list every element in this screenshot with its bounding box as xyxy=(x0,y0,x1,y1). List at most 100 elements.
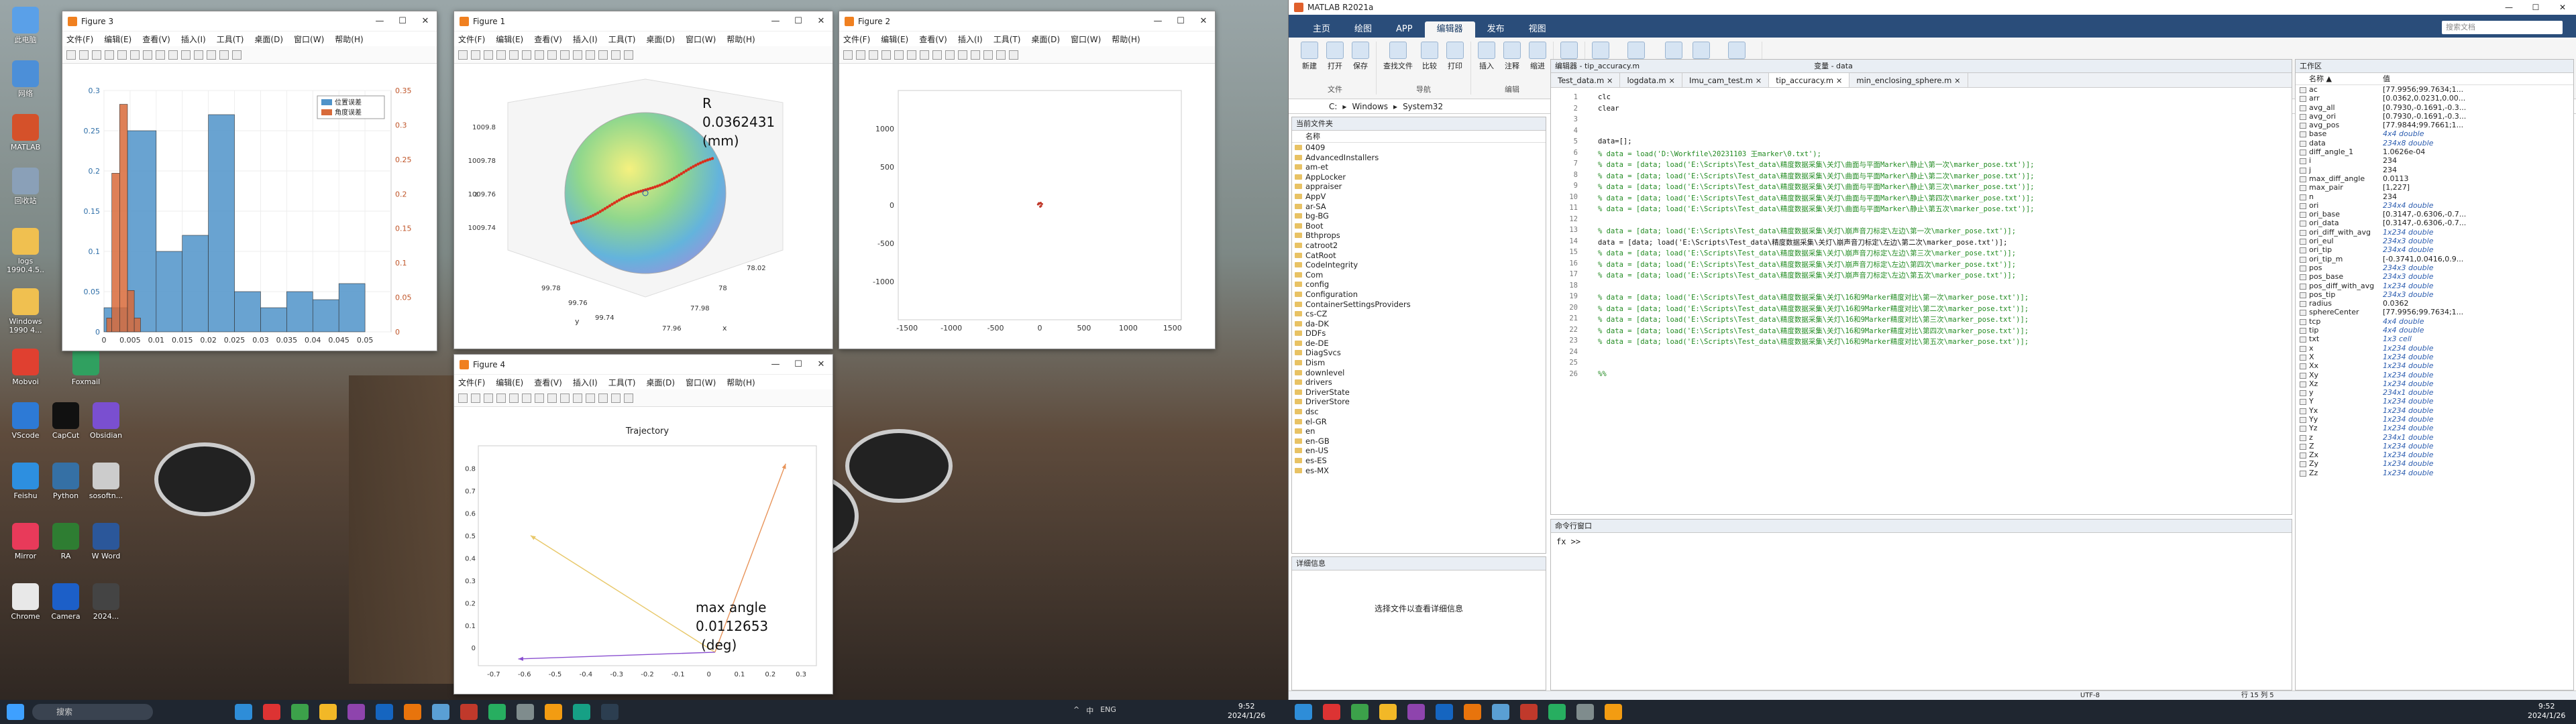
code-line[interactable]: % data = [data; load('E:\Scripts\Test_da… xyxy=(1598,182,2034,192)
desktop-icon[interactable]: Mobvoi xyxy=(0,349,51,398)
folder-item[interactable]: bg-BG xyxy=(1292,211,1546,221)
code-line[interactable]: % data = [data; load('E:\Scripts\Test_da… xyxy=(1598,270,2016,280)
toolbar-button-icon[interactable] xyxy=(996,50,1006,60)
menu-item[interactable]: 文件(F) xyxy=(843,34,870,45)
menu-item[interactable]: 查看(V) xyxy=(142,34,170,45)
tray-item[interactable]: ^ xyxy=(1073,705,1079,716)
close-icon[interactable]: ✕ xyxy=(414,16,437,26)
clock-right[interactable]: 9:52 2024/1/26 xyxy=(2528,702,2565,721)
maximize-icon[interactable]: ☐ xyxy=(787,16,810,26)
toolbar-button-icon[interactable] xyxy=(881,50,891,60)
desktop-icon[interactable]: Windows 1990 4... xyxy=(0,288,51,338)
toolbar-button-icon[interactable] xyxy=(207,50,216,60)
workspace-variable[interactable]: avg_ori [0.7930,-0.1691,-0.3... xyxy=(2296,112,2573,121)
ribbon-tab[interactable]: 视图 xyxy=(1517,21,1558,38)
ws-header-name[interactable]: 名称 ▲ xyxy=(2309,73,2332,85)
menu-item[interactable]: 文件(F) xyxy=(458,34,485,45)
folder-item[interactable]: es-MX xyxy=(1292,466,1546,476)
folder-item[interactable]: CatRoot xyxy=(1292,251,1546,261)
toolbar-button-icon[interactable] xyxy=(573,393,582,403)
toolbar-button-icon[interactable] xyxy=(496,393,506,403)
toolbar-button-icon[interactable] xyxy=(509,393,519,403)
taskbar-app-icon[interactable] xyxy=(1464,704,1481,720)
clock[interactable]: 9:52 2024/1/26 xyxy=(1228,702,1265,721)
folder-item[interactable]: Configuration xyxy=(1292,290,1546,300)
workspace-variable[interactable]: ori 234x4 double xyxy=(2296,201,2573,210)
toolbar-button-icon[interactable] xyxy=(547,393,557,403)
workspace-variable[interactable]: Yx 1x234 double xyxy=(2296,406,2573,415)
workspace-variable[interactable]: avg_pos [77.9844;99.7661;1... xyxy=(2296,121,2573,129)
menu-item[interactable]: 窗口(W) xyxy=(1071,34,1101,45)
toolbar-button-icon[interactable] xyxy=(117,50,127,60)
ribbon-button[interactable]: 查找文件 xyxy=(1383,42,1413,71)
workspace-variable[interactable]: Xz 1x234 double xyxy=(2296,379,2573,388)
folder-item[interactable]: 0409 xyxy=(1292,143,1546,153)
minimize-icon[interactable]: — xyxy=(1146,16,1169,26)
figure1-window[interactable]: Figure 1 — ☐ ✕ 文件(F) 编辑(E) 查看(V) 插入(I) 工具(T) 桌面… xyxy=(453,11,833,349)
folder-item[interactable]: AdvancedInstallers xyxy=(1292,153,1546,163)
folder-item[interactable]: dsc xyxy=(1292,407,1546,417)
code-line[interactable]: % data = [data; load('E:\Scripts\Test_da… xyxy=(1598,160,2034,170)
workspace-variable[interactable]: arr [0.0362,0.0231,0.00... xyxy=(2296,94,2573,103)
workspace-variable[interactable]: radius 0.0362 xyxy=(2296,299,2573,308)
menu-item[interactable]: 帮助(H) xyxy=(727,34,755,45)
folder-item[interactable]: downlevel xyxy=(1292,368,1546,378)
code-line[interactable]: data = [data; load('E:\Scripts\Test_data… xyxy=(1598,237,2007,247)
folder-item[interactable]: Dism xyxy=(1292,358,1546,368)
toolbar-button-icon[interactable] xyxy=(496,50,506,60)
workspace-variable[interactable]: pos 234x3 double xyxy=(2296,263,2573,272)
folder-item[interactable]: AppV xyxy=(1292,192,1546,202)
toolbar-button-icon[interactable] xyxy=(624,393,633,403)
workspace-variable[interactable]: pos_diff_with_avg 1x234 double xyxy=(2296,282,2573,290)
menu-item[interactable]: 窗口(W) xyxy=(686,34,716,45)
workspace-variable[interactable]: Y 1x234 double xyxy=(2296,397,2573,406)
code-line[interactable]: % data = [data; load('E:\Scripts\Test_da… xyxy=(1598,292,2029,302)
workspace-variable[interactable]: ori_tip 234x4 double xyxy=(2296,245,2573,254)
workspace-variable[interactable]: y 234x1 double xyxy=(2296,388,2573,397)
workspace-variable[interactable]: i 234 xyxy=(2296,156,2573,165)
code-line[interactable]: % data = [data; load('E:\Scripts\Test_da… xyxy=(1598,226,2016,236)
code-line[interactable]: clear xyxy=(1598,105,1619,113)
code-line[interactable]: % data = [data; load('E:\Scripts\Test_da… xyxy=(1598,326,2029,336)
search-input[interactable]: 搜索文档 xyxy=(2442,21,2563,34)
editor-tab[interactable]: Test_data.m × xyxy=(1551,73,1621,87)
code-line[interactable]: % data = [data; load('E:\Scripts\Test_da… xyxy=(1598,337,2029,347)
workspace-variable[interactable]: Zy 1x234 double xyxy=(2296,459,2573,468)
workspace-variable[interactable]: Xy 1x234 double xyxy=(2296,371,2573,379)
toolbar-button-icon[interactable] xyxy=(509,50,519,60)
toolbar-button-icon[interactable] xyxy=(219,50,229,60)
menu-item[interactable]: 插入(I) xyxy=(181,34,206,45)
ribbon-tab[interactable]: 发布 xyxy=(1475,21,1517,38)
folder-item[interactable]: en xyxy=(1292,426,1546,436)
folder-item[interactable]: AppLocker xyxy=(1292,172,1546,182)
menu-item[interactable]: 文件(F) xyxy=(66,34,93,45)
ribbon-button[interactable]: 比较 xyxy=(1421,42,1438,71)
editor-tab[interactable]: logdata.m × xyxy=(1620,73,1683,87)
toolbar-button-icon[interactable] xyxy=(92,50,101,60)
workspace-variable[interactable]: sphereCenter [77.9956;99.7634;1... xyxy=(2296,308,2573,316)
taskbar-app-icon[interactable] xyxy=(488,704,506,720)
menu-item[interactable]: 文件(F) xyxy=(458,377,485,388)
toolbar-button-icon[interactable] xyxy=(586,50,595,60)
desktop-icon[interactable]: Foxmail xyxy=(60,349,111,398)
folder-item[interactable]: DDFs xyxy=(1292,328,1546,339)
desktop-icon[interactable]: logs 1990.4.5.. xyxy=(0,228,51,278)
workspace-variable[interactable]: n 234 xyxy=(2296,192,2573,201)
figure2-window[interactable]: Figure 2 — ☐ ✕ 文件(F) 编辑(E) 查看(V) 插入(I) 工具(T) 桌面… xyxy=(839,11,1216,349)
menu-item[interactable]: 查看(V) xyxy=(534,377,562,388)
close-icon[interactable]: ✕ xyxy=(2549,3,2576,12)
workspace-variable[interactable]: ori_diff_with_avg 1x234 double xyxy=(2296,228,2573,237)
menu-item[interactable]: 编辑(E) xyxy=(496,34,523,45)
figure4-window[interactable]: Figure 4 — ☐ ✕ 文件(F) 编辑(E) 查看(V) 插入(I) 工具(T) 桌面… xyxy=(453,354,833,695)
minimize-icon[interactable]: — xyxy=(368,16,391,26)
toolbar-button-icon[interactable] xyxy=(156,50,165,60)
toolbar-button-icon[interactable] xyxy=(945,50,955,60)
workspace-variable[interactable]: tcp 4x4 double xyxy=(2296,317,2573,326)
workspace-variable[interactable]: txt 1x3 cell xyxy=(2296,335,2573,343)
folder-item[interactable]: de-DE xyxy=(1292,339,1546,349)
menu-item[interactable]: 窗口(W) xyxy=(294,34,324,45)
toolbar-button-icon[interactable] xyxy=(535,50,544,60)
ribbon-tab[interactable]: APP xyxy=(1384,21,1425,38)
folder-item[interactable]: en-GB xyxy=(1292,436,1546,446)
code-line[interactable]: % data = load('D:\Workfile\20231103 王mar… xyxy=(1598,149,1821,159)
